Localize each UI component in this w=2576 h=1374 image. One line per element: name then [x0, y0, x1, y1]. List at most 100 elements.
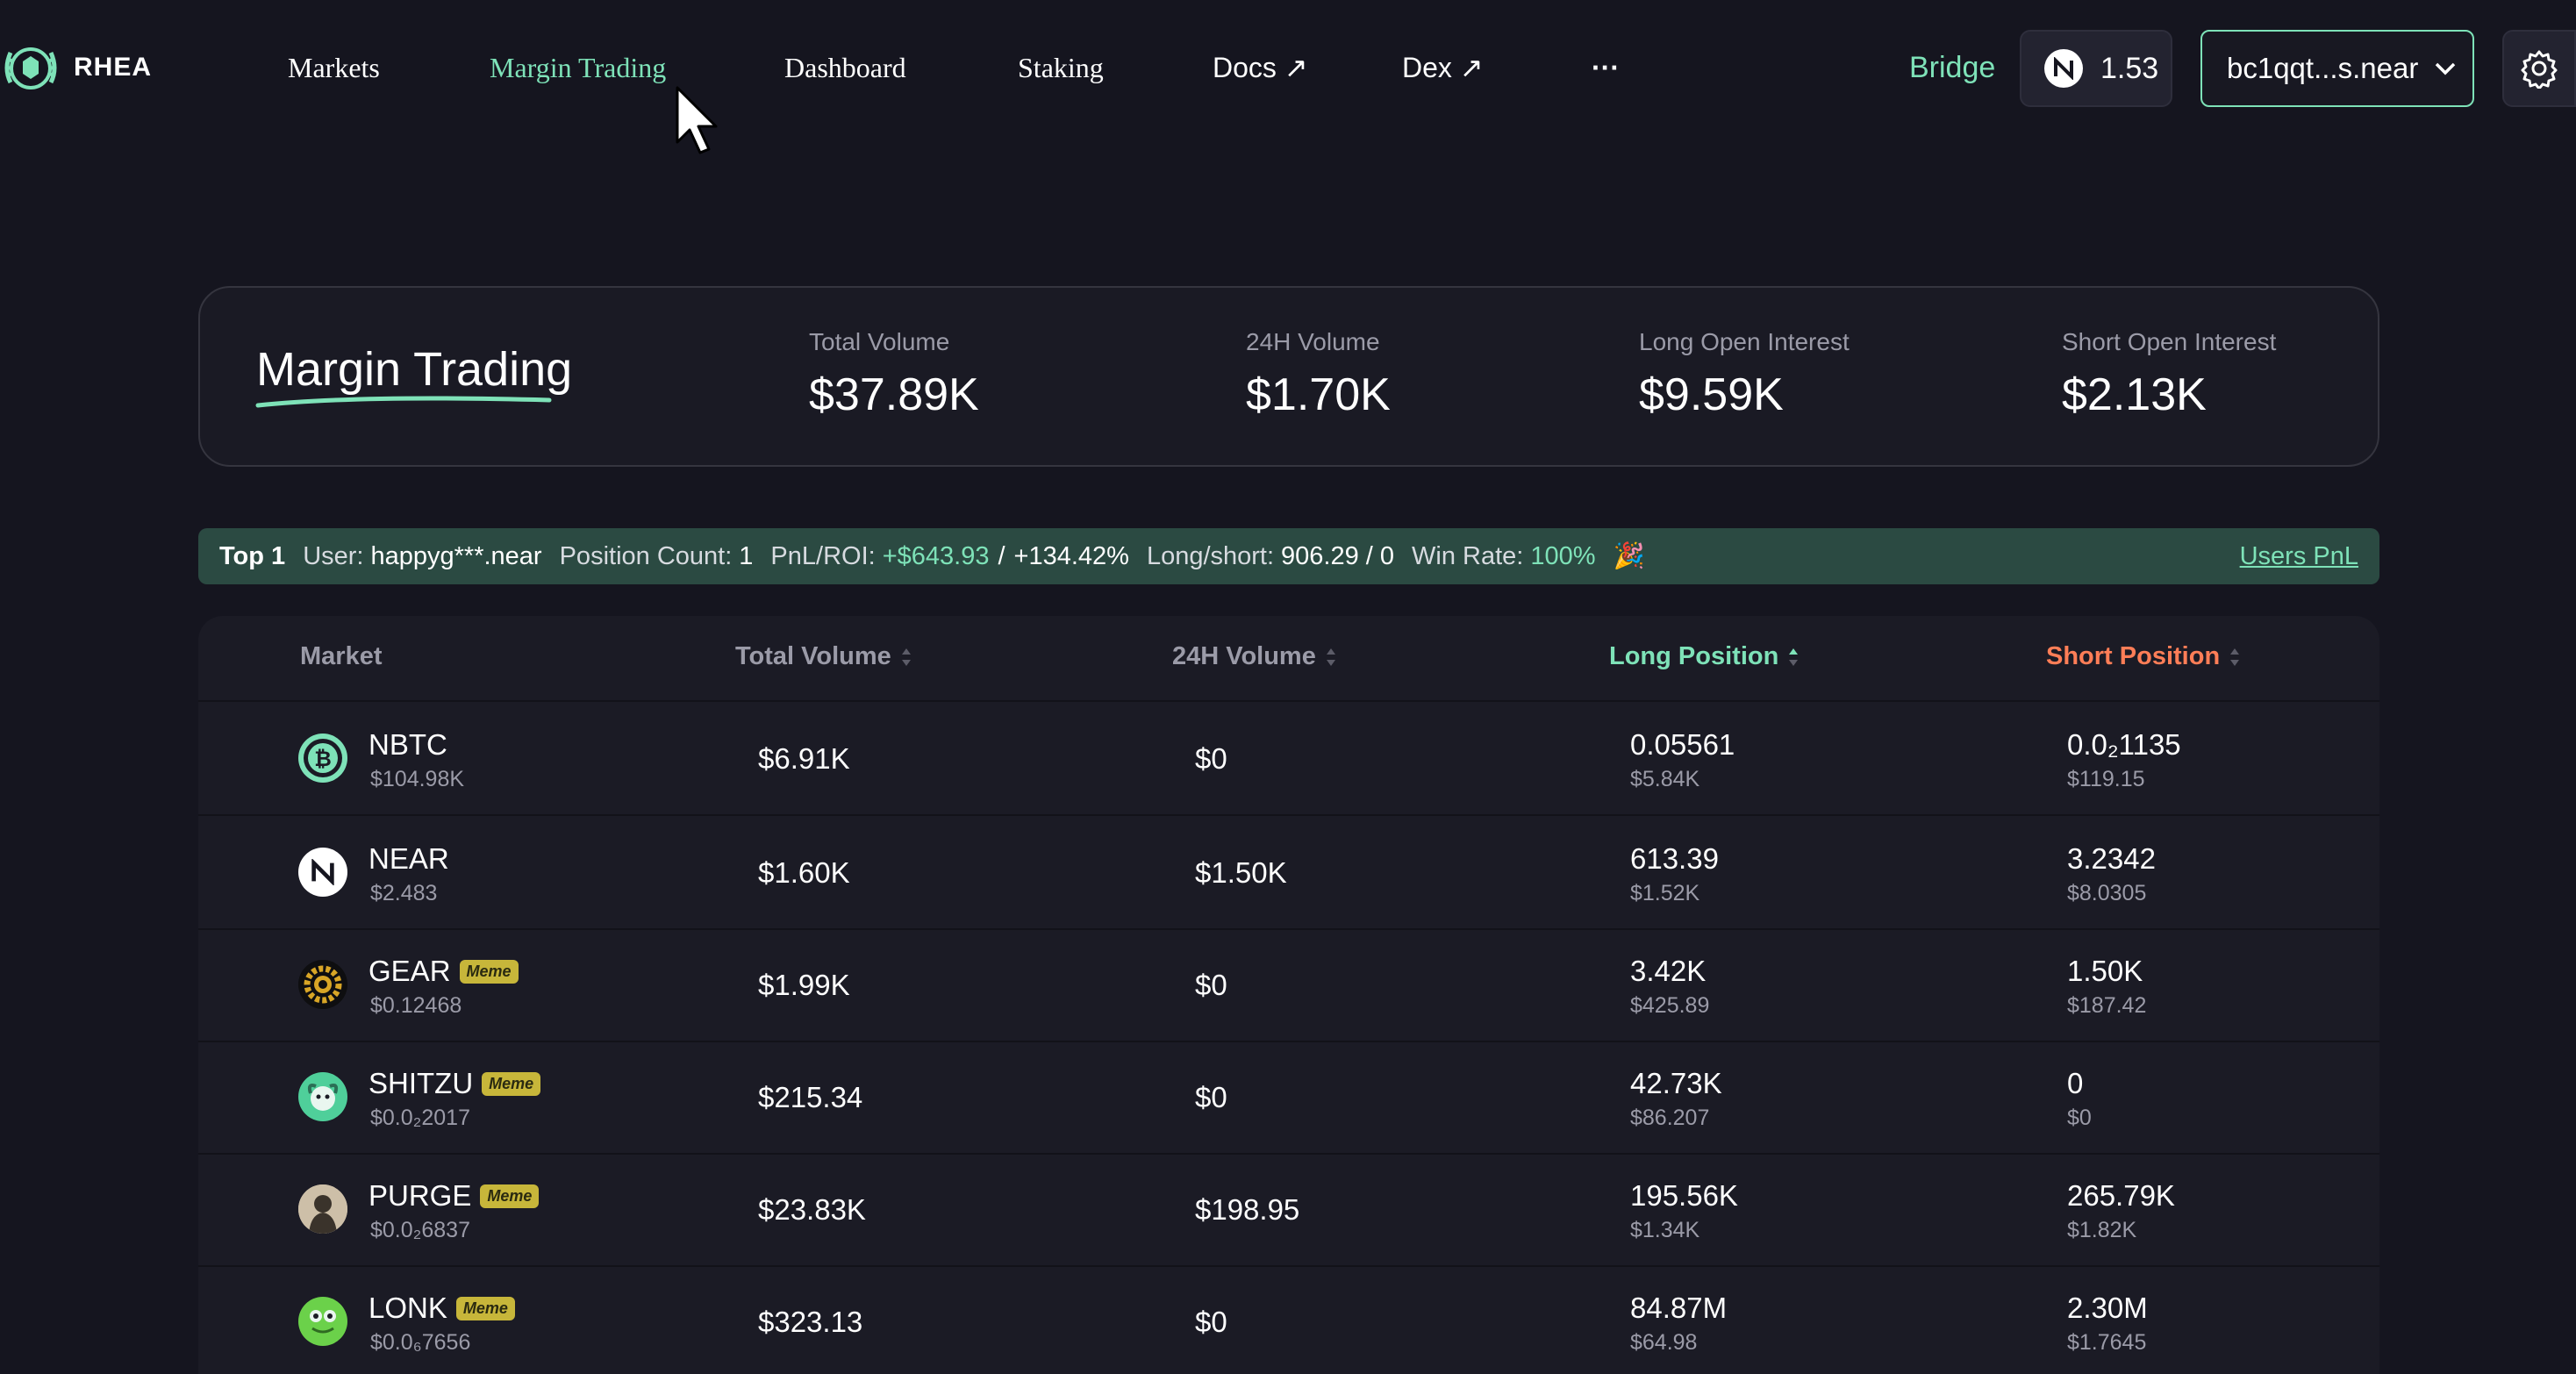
symbol-text: LONK	[369, 1292, 447, 1324]
stat-label: Total Volume	[809, 328, 950, 355]
top-navbar: RHEA Markets Margin Trading Dashboard St…	[0, 0, 2576, 137]
long-position-usd: $5.84K	[1630, 767, 1700, 791]
table-row[interactable]: NEAR $2.483 $1.60K $1.50K 613.39 $1.52K …	[198, 818, 2379, 930]
market-symbol: NEAR	[369, 842, 449, 876]
nav-margin-trading[interactable]: Margin Trading	[490, 49, 666, 86]
market-price: $0.0₂2017	[370, 1106, 470, 1130]
symbol-text: PURGE	[369, 1179, 472, 1212]
sort-icon	[1789, 648, 1799, 666]
market-symbol: NBTC	[369, 728, 447, 762]
short-position-amount: 3.2342	[2067, 842, 2156, 875]
market-price: $0.12468	[370, 993, 462, 1018]
col-long-position[interactable]: Long Position	[1609, 642, 1800, 671]
nav-dex[interactable]: Dex ↗	[1402, 49, 1484, 86]
nav-dashboard[interactable]: Dashboard	[784, 49, 906, 86]
top-rank: Top 1	[219, 541, 286, 570]
short-position-usd: $1.82K	[2067, 1218, 2137, 1242]
position-count-value: 1	[739, 541, 754, 570]
stat-value: $9.59K	[1639, 369, 1784, 420]
stats-card: Margin Trading Total Volume $37.89K 24H …	[198, 286, 2379, 467]
bridge-link[interactable]: Bridge	[1909, 49, 1995, 86]
nav-more[interactable]: ···	[1592, 49, 1620, 86]
short-position-usd: $187.42	[2067, 993, 2147, 1018]
market-price: $2.483	[370, 881, 438, 905]
position-count-label: Position Count:	[559, 541, 733, 570]
stat-total-volume: Total Volume $37.89K	[809, 328, 979, 421]
nav-staking[interactable]: Staking	[1018, 49, 1104, 86]
total-volume-cell: $323.13	[758, 1306, 863, 1338]
col-total-volume[interactable]: Total Volume	[735, 642, 912, 671]
market-symbol: GEAR Meme	[369, 955, 519, 988]
title-underline	[255, 396, 552, 408]
market-price: $0.0₂6837	[370, 1218, 470, 1242]
win-rate-label: Win Rate:	[1412, 541, 1524, 570]
long-position-usd: $86.207	[1630, 1106, 1710, 1130]
sort-icon	[2230, 648, 2240, 666]
near-icon	[2044, 49, 2083, 88]
users-pnl-link[interactable]: Users PnL	[2240, 542, 2358, 571]
rhea-logo-icon	[4, 47, 57, 89]
bitcoin-icon: ₿	[298, 734, 347, 783]
logo-text: RHEA	[74, 53, 153, 82]
long-short-value: 906.29 / 0	[1281, 541, 1395, 570]
near-balance-button[interactable]: 1.53	[2020, 30, 2172, 107]
table-row[interactable]: GEAR Meme $0.12468 $1.99K $0 3.42K $425.…	[198, 930, 2379, 1042]
stat-value: $1.70K	[1246, 369, 1391, 420]
stat-24h-volume: 24H Volume $1.70K	[1246, 328, 1391, 421]
total-volume-cell: $6.91K	[758, 742, 850, 775]
table-header: Market Total Volume 24H Volume Long Posi…	[198, 616, 2379, 702]
short-position-amount: 0.0₂1135	[2067, 728, 2181, 761]
meme-badge: Meme	[455, 1296, 515, 1320]
symbol-text: SHITZU	[369, 1067, 474, 1099]
col-short-position[interactable]: Short Position	[2046, 642, 2241, 671]
market-symbol: PURGE Meme	[369, 1179, 540, 1213]
long-position-usd: $1.52K	[1630, 881, 1700, 905]
short-position-usd: $1.7645	[2067, 1330, 2147, 1355]
market-price: $104.98K	[370, 767, 465, 791]
total-volume-cell: $215.34	[758, 1081, 863, 1113]
wallet-button[interactable]: bc1qqt...s.near	[2200, 30, 2474, 107]
market-price: $0.0₆7656	[370, 1330, 471, 1355]
short-position-amount: 0	[2067, 1067, 2084, 1099]
symbol-text: GEAR	[369, 955, 451, 987]
table-row[interactable]: LONK Meme $0.0₆7656 $323.13 $0 84.87M $6…	[198, 1267, 2379, 1374]
mouse-cursor-icon	[676, 86, 718, 154]
stat-value: $37.89K	[809, 369, 979, 420]
top-user-name: happyg***.near	[370, 541, 542, 570]
table-row[interactable]: PURGE Meme $0.0₂6837 $23.83K $198.95 195…	[198, 1155, 2379, 1267]
nav-markets[interactable]: Markets	[288, 49, 380, 86]
stat-label: Long Open Interest	[1639, 328, 1850, 355]
volume-24h-cell: $198.95	[1195, 1193, 1300, 1226]
rhea-logo[interactable]: RHEA	[0, 39, 152, 97]
col-label: Long Position	[1609, 642, 1779, 670]
settings-button[interactable]	[2502, 30, 2576, 107]
volume-24h-cell: $0	[1195, 1306, 1227, 1338]
markets-table: Market Total Volume 24H Volume Long Posi…	[198, 616, 2379, 1374]
sort-icon	[1326, 648, 1335, 666]
short-position-usd: $8.0305	[2067, 881, 2147, 905]
stat-label: 24H Volume	[1246, 328, 1380, 355]
roi-value: +134.42%	[1013, 541, 1129, 570]
purge-avatar-icon	[298, 1184, 347, 1234]
chevron-down-icon	[2436, 62, 2456, 75]
stat-label: Short Open Interest	[2062, 328, 2277, 355]
table-row[interactable]: SHITZU Meme $0.0₂2017 $215.34 $0 42.73K …	[198, 1042, 2379, 1155]
stat-value: $2.13K	[2062, 369, 2207, 420]
volume-24h-cell: $0	[1195, 1081, 1227, 1113]
pnl-separator: /	[998, 541, 1005, 570]
col-label: 24H Volume	[1172, 642, 1316, 670]
short-position-usd: $119.15	[2067, 767, 2145, 791]
gear-icon	[2521, 50, 2558, 89]
short-position-amount: 2.30M	[2067, 1292, 2148, 1324]
nav-docs[interactable]: Docs ↗	[1213, 49, 1308, 86]
sort-icon	[901, 648, 911, 666]
col-24h-volume[interactable]: 24H Volume	[1172, 642, 1337, 671]
top-user-banner: Top 1 User: happyg***.near Position Coun…	[198, 528, 2379, 584]
short-position-amount: 1.50K	[2067, 955, 2143, 987]
volume-24h-cell: $0	[1195, 742, 1227, 775]
long-position-amount: 0.05561	[1630, 728, 1735, 761]
table-row[interactable]: ₿ NBTC $104.98K $6.91K $0 0.05561 $5.84K…	[198, 704, 2379, 816]
party-popper-icon: 🎉	[1613, 542, 1645, 570]
long-position-usd: $425.89	[1630, 993, 1710, 1018]
stat-short-open-interest: Short Open Interest $2.13K	[2062, 328, 2276, 421]
